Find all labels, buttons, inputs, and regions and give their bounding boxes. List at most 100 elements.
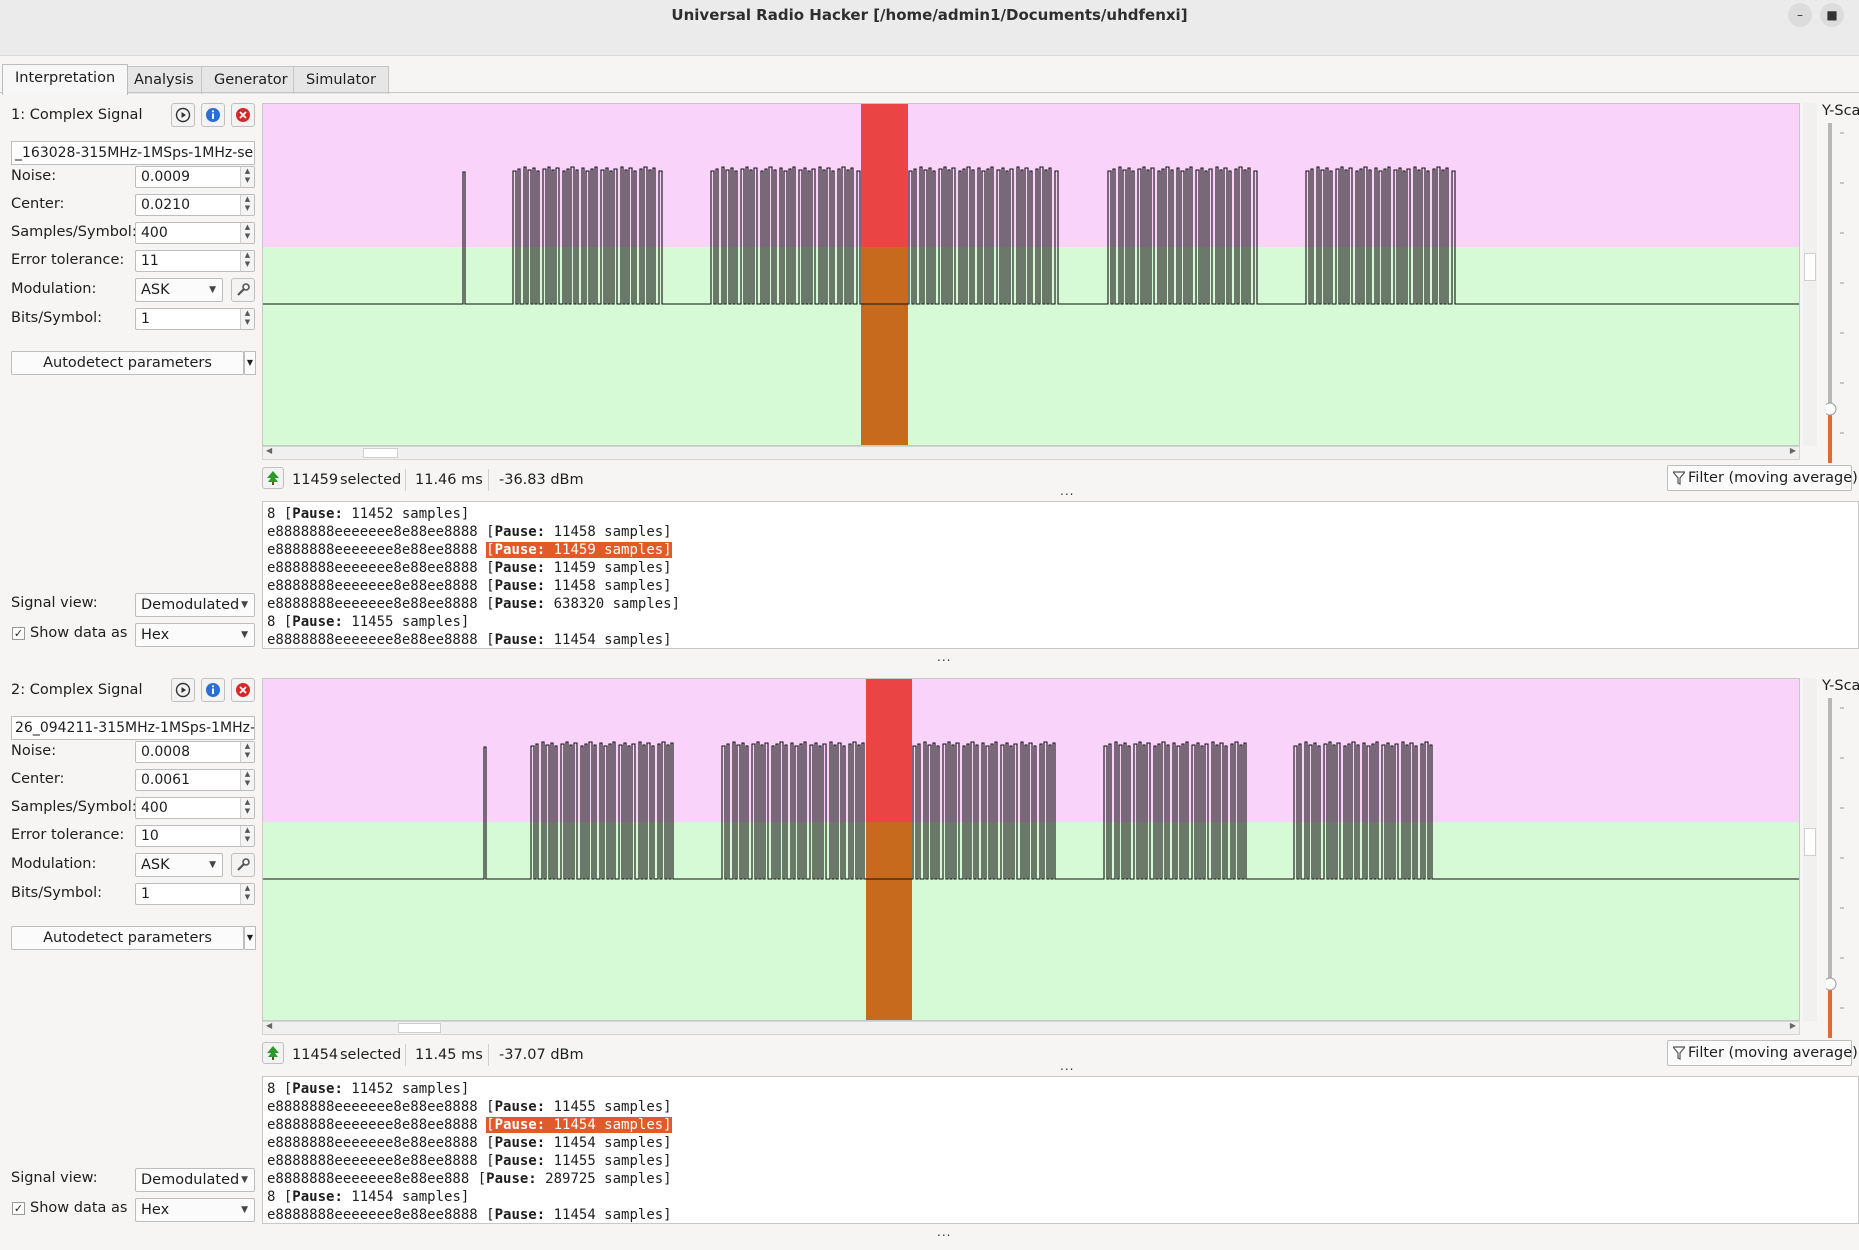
protocol-line[interactable]: e8888888eeeeeee8e88ee888 [Pause: 289725 …	[267, 1170, 1854, 1188]
modulation-settings-button[interactable]	[231, 278, 255, 302]
info-icon	[206, 108, 220, 122]
bits-per-symbol-spinbox[interactable]: 1 ▲ ▼	[135, 883, 255, 905]
autodetect-parameters-button[interactable]: Autodetect parameters	[11, 351, 244, 375]
splitter-handle[interactable]: ...	[1060, 484, 1074, 498]
protocol-line[interactable]: e8888888eeeeeee8e88ee8888 [Pause: 11454 …	[267, 1134, 1854, 1152]
panel-splitter-handle[interactable]: ...	[937, 650, 951, 664]
signal-filename-field[interactable]: _163028-315MHz-1MSps-1MHz-self	[11, 141, 255, 165]
signal-view-select[interactable]: Demodulated ▼	[135, 593, 255, 617]
protocol-line[interactable]: e8888888eeeeeee8e88ee8888 [Pause: 11455 …	[267, 1152, 1854, 1170]
protocol-bits: e8888888eeeeeee8e88ee8888	[267, 632, 487, 648]
selection-highlight-lower	[861, 247, 908, 445]
zoom-to-selection-button[interactable]	[262, 1042, 284, 1064]
protocol-text-view[interactable]: 8 [Pause: 11452 samples] e8888888eeeeeee8…	[262, 1076, 1859, 1224]
protocol-line[interactable]: e8888888eeeeeee8e88ee8888 [Pause: 11455 …	[267, 1098, 1854, 1116]
modulation-select[interactable]: ASK ▼	[135, 278, 223, 302]
protocol-line[interactable]: 8 [Pause: 11455 samples]	[267, 613, 1854, 631]
protocol-line[interactable]: e8888888eeeeeee8e88ee8888 [Pause: 11454 …	[267, 1116, 1854, 1134]
zoom-to-selection-button[interactable]	[262, 467, 284, 489]
horizontal-scroll-thumb[interactable]	[398, 1023, 441, 1033]
tab-analysis[interactable]: Analysis	[121, 66, 207, 94]
horizontal-scroll-thumb[interactable]	[363, 448, 398, 458]
filter-button[interactable]: Filter (moving average)	[1667, 1040, 1858, 1066]
y-scale-slider[interactable]	[1826, 698, 1850, 1038]
maximize-button[interactable]: ■	[1820, 3, 1844, 27]
modulation-select[interactable]: ASK ▼	[135, 853, 223, 877]
protocol-line[interactable]: e8888888eeeeeee8e88ee8888 [Pause: 11459 …	[267, 559, 1854, 577]
vertical-scroll-thumb[interactable]	[1804, 253, 1816, 281]
signal-vertical-scrollbar[interactable]	[1803, 103, 1817, 446]
selection-duration: 11.46 ms	[415, 472, 483, 488]
signal-graph[interactable]	[262, 678, 1800, 1021]
filter-button[interactable]: Filter (moving average)	[1667, 465, 1858, 491]
center-spinbox[interactable]: 0.0210 ▲ ▼	[135, 194, 255, 216]
error-tolerance-spinbox[interactable]: 10 ▲ ▼	[135, 825, 255, 847]
close-signal-button[interactable]	[231, 103, 255, 127]
protocol-line[interactable]: e8888888eeeeeee8e88ee8888 [Pause: 638320…	[267, 595, 1854, 613]
replay-button[interactable]	[171, 103, 195, 127]
protocol-line[interactable]: e8888888eeeeeee8e88ee8888 [Pause: 11454 …	[267, 1206, 1854, 1223]
tab-simulator[interactable]: Simulator	[293, 66, 389, 94]
selection-highlight-lower	[866, 822, 912, 1020]
autodetect-dropdown-button[interactable]: ▼	[244, 926, 256, 950]
tab-bar: Interpretation Analysis Generator Simula…	[0, 64, 1859, 95]
tab-generator[interactable]: Generator	[201, 66, 301, 94]
signal-horizontal-scrollbar[interactable]: ◀ ▶	[262, 446, 1800, 460]
y-scale-label: Y-Sca	[1822, 678, 1859, 694]
signal-horizontal-scrollbar[interactable]: ◀ ▶	[262, 1021, 1800, 1035]
protocol-line[interactable]: 8 [Pause: 11452 samples]	[267, 1080, 1854, 1098]
show-data-as-checkbox[interactable]: ✓	[12, 627, 25, 640]
noise-spinbox[interactable]: 0.0009 ▲ ▼	[135, 166, 255, 188]
autodetect-dropdown-button[interactable]: ▼	[244, 351, 256, 375]
y-scale-slider[interactable]	[1826, 123, 1850, 463]
tab-interpretation[interactable]: Interpretation	[2, 64, 129, 95]
protocol-line[interactable]: 8 [Pause: 11454 samples]	[267, 1188, 1854, 1206]
signal-view-select[interactable]: Demodulated ▼	[135, 1168, 255, 1192]
protocol-line[interactable]: e8888888eeeeeee8e88ee8888 [Pause: 11458 …	[267, 577, 1854, 595]
protocol-pause: [Pause: 11452 samples]	[283, 1081, 470, 1097]
autodetect-parameters-button[interactable]: Autodetect parameters	[11, 926, 244, 950]
samples-per-symbol-spinbox[interactable]: 400 ▲ ▼	[135, 797, 255, 819]
minimize-button[interactable]: –	[1788, 3, 1812, 27]
splitter-handle[interactable]: ...	[1060, 1059, 1074, 1073]
show-data-as-select[interactable]: Hex ▼	[135, 623, 255, 647]
signal-filename-field[interactable]: 26_094211-315MHz-1MSps-1MHz-1	[11, 716, 255, 740]
protocol-line[interactable]: e8888888eeeeeee8e88ee8888 [Pause: 11459 …	[267, 541, 1854, 559]
noise-spinbox[interactable]: 0.0008 ▲ ▼	[135, 741, 255, 763]
protocol-pause: [Pause: 638320 samples]	[486, 596, 681, 612]
waveform-plot	[263, 104, 1799, 445]
bits-per-symbol-spinbox[interactable]: 1 ▲ ▼	[135, 308, 255, 330]
y-scale-label: Y-Sca	[1822, 103, 1859, 119]
protocol-line[interactable]: 8 [Pause: 11452 samples]	[267, 505, 1854, 523]
protocol-bits: 8	[267, 1081, 284, 1097]
samples-per-symbol-spinbox[interactable]: 400 ▲ ▼	[135, 222, 255, 244]
replay-button[interactable]	[171, 678, 195, 702]
protocol-bits: e8888888eeeeeee8e88ee8888	[267, 1117, 487, 1133]
play-icon	[175, 682, 191, 698]
filter-icon	[1673, 1046, 1685, 1060]
close-signal-button[interactable]	[231, 678, 255, 702]
selection-power: -37.07 dBm	[499, 1047, 584, 1063]
panel-splitter-handle[interactable]: ...	[937, 1225, 951, 1239]
error-tolerance-label: Error tolerance:	[11, 827, 125, 843]
info-button[interactable]	[201, 103, 225, 127]
protocol-text-view[interactable]: 8 [Pause: 11452 samples] e8888888eeeeeee8…	[262, 501, 1859, 649]
signal-vertical-scrollbar[interactable]	[1803, 678, 1817, 1021]
info-button[interactable]	[201, 678, 225, 702]
modulation-settings-button[interactable]	[231, 853, 255, 877]
modulation-label: Modulation:	[11, 856, 97, 872]
show-data-as-label: Show data as	[30, 1200, 128, 1216]
signal-title: 2: Complex Signal	[11, 682, 143, 698]
protocol-line[interactable]: e8888888eeeeeee8e88ee8888 [Pause: 11458 …	[267, 523, 1854, 541]
center-spinbox[interactable]: 0.0061 ▲ ▼	[135, 769, 255, 791]
protocol-pause: [Pause: 11459 samples]	[486, 560, 672, 576]
selected-samples-count: 11459	[292, 472, 339, 488]
tree-up-icon	[267, 471, 279, 485]
protocol-line[interactable]: e8888888eeeeeee8e88ee8888 [Pause: 11454 …	[267, 631, 1854, 648]
show-data-as-select[interactable]: Hex ▼	[135, 1198, 255, 1222]
show-data-as-checkbox[interactable]: ✓	[12, 1202, 25, 1215]
show-data-as-label: Show data as	[30, 625, 128, 641]
vertical-scroll-thumb[interactable]	[1804, 828, 1816, 856]
signal-graph[interactable]	[262, 103, 1800, 446]
error-tolerance-spinbox[interactable]: 11 ▲ ▼	[135, 250, 255, 272]
